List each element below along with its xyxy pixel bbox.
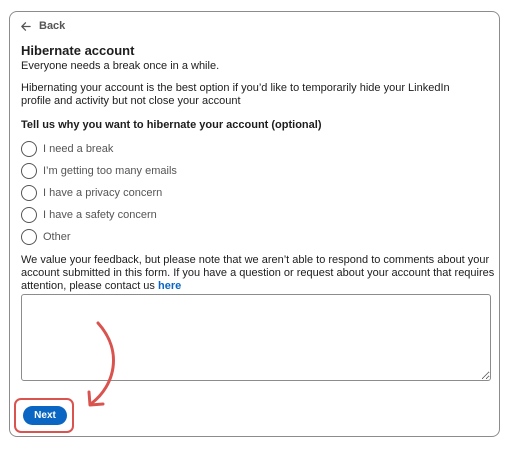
contact-link[interactable]: here [158,280,181,292]
back-link[interactable]: Back [20,20,65,32]
option-label: I need a break [43,143,114,155]
reason-options: I need a break I’m getting too many emai… [21,138,177,248]
reason-question: Tell us why you want to hibernate your a… [21,119,322,131]
option-label: I’m getting too many emails [43,165,177,177]
next-button[interactable]: Next [23,406,67,425]
option-label: Other [43,231,71,243]
radio-button[interactable] [21,229,37,245]
option-label: I have a safety concern [43,209,157,221]
option-label: I have a privacy concern [43,187,163,199]
reason-option-privacy[interactable]: I have a privacy concern [21,182,177,204]
page-subtitle: Everyone needs a break once in a while. [21,60,220,72]
hibernate-card: Back Hibernate account Everyone needs a … [9,11,500,437]
description-text: Hibernating your account is the best opt… [21,82,450,107]
radio-button[interactable] [21,207,37,223]
reason-option-other[interactable]: Other [21,226,177,248]
arrow-left-icon [21,21,31,31]
page-title: Hibernate account [21,43,135,58]
reason-option-break[interactable]: I need a break [21,138,177,160]
radio-button[interactable] [21,141,37,157]
feedback-note: We value your feedback, but please note … [21,254,496,293]
radio-button[interactable] [21,185,37,201]
next-button-highlight: Next [14,398,74,433]
reason-option-safety[interactable]: I have a safety concern [21,204,177,226]
feedback-text: We value your feedback, but please note … [21,254,495,292]
back-label: Back [39,20,66,32]
radio-button[interactable] [21,163,37,179]
feedback-textarea[interactable] [21,294,491,381]
reason-option-emails[interactable]: I’m getting too many emails [21,160,177,182]
